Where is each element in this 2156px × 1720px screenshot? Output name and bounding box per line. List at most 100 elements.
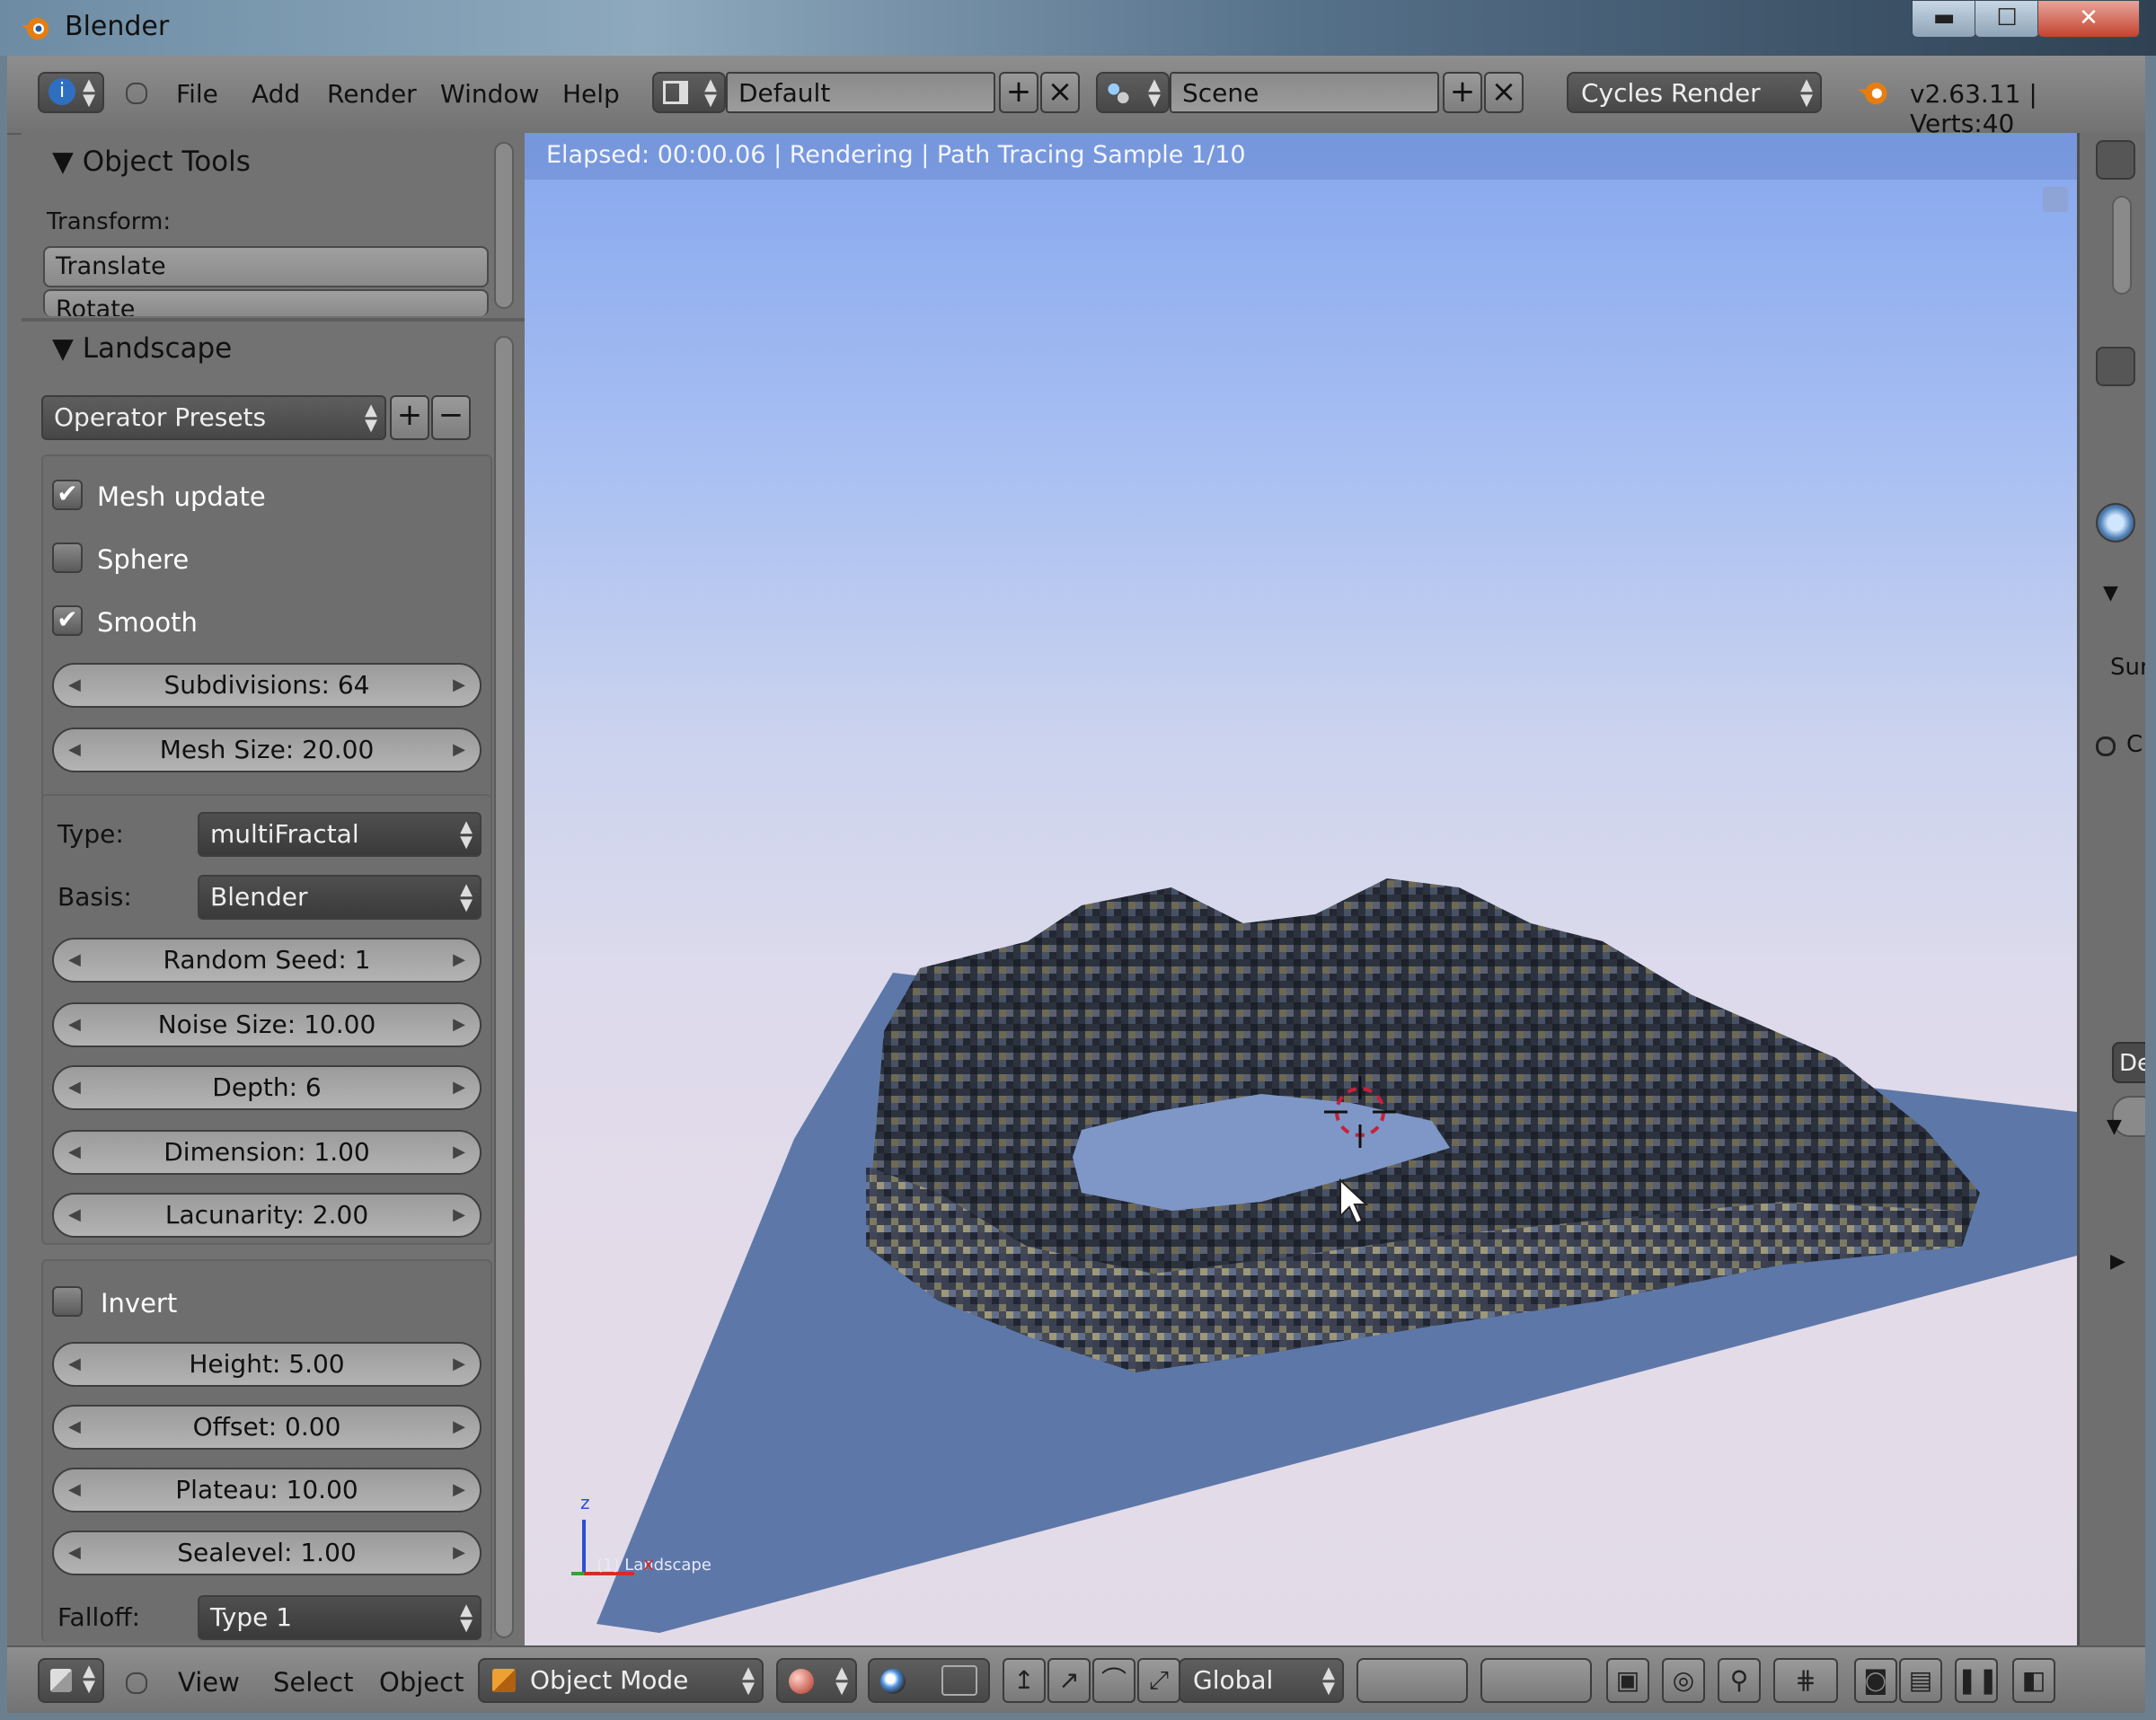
depth-field[interactable]: ◀ Depth: 6 ▶ (52, 1065, 482, 1110)
mesh-size-field[interactable]: ◀ Mesh Size: 20.00 ▶ (52, 728, 482, 772)
invert-checkbox[interactable] (52, 1286, 83, 1317)
viewport-split-widget[interactable] (2043, 187, 2068, 212)
decrement-arrow-icon[interactable]: ◀ (68, 939, 81, 981)
decrement-arrow-icon[interactable]: ◀ (68, 1469, 81, 1511)
render-engine-dropdown[interactable]: Cycles Render ▲ ▼ (1567, 72, 1822, 113)
translate-manipulator-icon[interactable]: ↥ (1003, 1658, 1046, 1703)
outliner-scrollbar[interactable] (2112, 196, 2132, 295)
sphere-checkbox[interactable] (52, 542, 83, 573)
noise-size-field[interactable]: ◀ Noise Size: 10.00 ▶ (52, 1002, 482, 1047)
increment-arrow-icon[interactable]: ▶ (453, 1469, 465, 1511)
menu-object[interactable]: Object (379, 1667, 464, 1698)
operator-presets-dropdown[interactable]: Operator Presets ▲ ▼ (41, 395, 386, 440)
lacunarity-field[interactable]: ◀ Lacunarity: 2.00 ▶ (52, 1193, 482, 1238)
proportional-edit-icon[interactable]: ◎ (1662, 1658, 1705, 1703)
menu-render[interactable]: Render (327, 79, 417, 109)
decrement-arrow-icon[interactable]: ◀ (68, 1407, 81, 1448)
remove-scene-button[interactable]: × (1484, 72, 1524, 113)
menu-view[interactable]: View (178, 1667, 240, 1698)
properties-editor-icon[interactable] (2096, 347, 2135, 386)
decrement-arrow-icon[interactable]: ◀ (68, 1067, 81, 1108)
decrement-arrow-icon[interactable]: ◀ (68, 665, 81, 706)
rotate-arc-icon[interactable]: ⌒ (1092, 1658, 1135, 1703)
add-preset-button[interactable]: + (390, 395, 429, 440)
type-dropdown[interactable]: multiFractal ▲ ▼ (198, 812, 482, 857)
increment-arrow-icon[interactable]: ▶ (453, 1407, 465, 1448)
increment-arrow-icon[interactable]: ▶ (453, 939, 465, 981)
smooth-checkbox[interactable]: ✔ (52, 605, 83, 636)
scene-select-button[interactable]: ▲ ▼ (1096, 72, 1170, 113)
render-still-icon[interactable]: ◙ (1854, 1658, 1897, 1703)
increment-arrow-icon[interactable]: ▶ (453, 729, 465, 771)
collapsed-triangle-icon[interactable]: ▶ (2110, 1250, 2125, 1273)
menu-add[interactable]: Add (252, 79, 300, 109)
viewport-shading-dropdown[interactable]: ▲ ▼ (776, 1658, 857, 1703)
decrement-arrow-icon[interactable]: ◀ (68, 1132, 81, 1173)
layers-row-2[interactable] (1480, 1658, 1592, 1703)
decrement-arrow-icon[interactable]: ◀ (68, 1344, 81, 1385)
lock-layers-icon[interactable]: ▣ (1606, 1658, 1649, 1703)
decrement-arrow-icon[interactable]: ◀ (68, 1004, 81, 1045)
mesh-update-checkbox[interactable]: ✔ (52, 480, 83, 510)
decrement-arrow-icon[interactable]: ◀ (68, 729, 81, 771)
rotate-manipulator-icon[interactable]: ↗ (1047, 1658, 1091, 1703)
basis-dropdown[interactable]: Blender ▲ ▼ (198, 875, 482, 920)
scale-manipulator-icon[interactable]: ⤢ (1137, 1658, 1180, 1703)
increment-arrow-icon[interactable]: ▶ (453, 1132, 465, 1173)
decrement-arrow-icon[interactable]: ◀ (68, 1195, 81, 1236)
translate-button[interactable]: Translate (43, 246, 489, 287)
minimize-button[interactable]: ▬ (1912, 0, 1976, 38)
remove-layout-button[interactable]: × (1040, 72, 1080, 113)
decrement-arrow-icon[interactable]: ◀ (68, 1532, 81, 1574)
landscape-panel-header[interactable]: ▼ Landscape (52, 332, 232, 365)
layers-row-1[interactable] (1356, 1658, 1468, 1703)
pivot-point-dropdown[interactable] (868, 1658, 990, 1703)
manipulator-toggle-icon[interactable] (941, 1665, 977, 1696)
collapse-menu-icon[interactable] (126, 83, 147, 104)
layout-select-button[interactable]: ▲ ▼ (652, 72, 726, 113)
object-tools-scrollbar[interactable] (494, 142, 514, 309)
snap-element-dropdown[interactable]: ⋕ (1773, 1658, 1838, 1703)
scene-name-field[interactable]: Scene (1170, 72, 1439, 113)
transform-orientation-dropdown[interactable]: Global ▲ ▼ (1179, 1658, 1344, 1703)
sealevel-field[interactable]: ◀ Sealevel: 1.00 ▶ (52, 1530, 482, 1575)
offset-field[interactable]: ◀ Offset: 0.00 ▶ (52, 1405, 482, 1450)
de-button[interactable]: De (2112, 1042, 2145, 1083)
rotate-button[interactable]: Rotate (43, 289, 489, 316)
editor-type-button[interactable]: ▲ ▼ (38, 1658, 104, 1703)
close-button[interactable]: ✕ (2037, 0, 2140, 38)
menu-file[interactable]: File (176, 79, 218, 109)
expand-triangle-icon[interactable]: ▼ (2103, 582, 2118, 604)
increment-arrow-icon[interactable]: ▶ (453, 665, 465, 706)
object-tools-panel-header[interactable]: ▼ Object Tools (52, 146, 251, 178)
increment-arrow-icon[interactable]: ▶ (453, 1195, 465, 1236)
editor-type-button[interactable]: i ▲ ▼ (38, 72, 104, 113)
landscape-scrollbar[interactable] (494, 336, 514, 1638)
menu-select[interactable]: Select (273, 1667, 353, 1698)
collapse-menu-icon[interactable] (126, 1672, 147, 1694)
layout-name-field[interactable]: Default (726, 72, 995, 113)
world-icon[interactable] (2096, 503, 2135, 542)
falloff-dropdown[interactable]: Type 1 ▲ ▼ (198, 1595, 482, 1640)
outliner-icon[interactable] (2096, 140, 2135, 180)
dimension-field[interactable]: ◀ Dimension: 1.00 ▶ (52, 1130, 482, 1175)
menu-help[interactable]: Help (562, 79, 620, 109)
random-seed-field[interactable]: ◀ Random Seed: 1 ▶ (52, 938, 482, 983)
expand-triangle-icon[interactable]: ▼ (2107, 1116, 2122, 1138)
remove-preset-button[interactable]: − (431, 395, 471, 440)
menu-window[interactable]: Window (440, 79, 539, 109)
add-layout-button[interactable]: + (999, 72, 1038, 113)
3d-viewport[interactable]: (1) Landscape z x Elapsed: 00:00.06 | Re… (525, 133, 2077, 1645)
increment-arrow-icon[interactable]: ▶ (453, 1067, 465, 1108)
subdivisions-field[interactable]: ◀ Subdivisions: 64 ▶ (52, 663, 482, 708)
increment-arrow-icon[interactable]: ▶ (453, 1004, 465, 1045)
increment-arrow-icon[interactable]: ▶ (453, 1344, 465, 1385)
height-field[interactable]: ◀ Height: 5.00 ▶ (52, 1342, 482, 1387)
snap-toggle-icon[interactable]: ⚲ (1718, 1658, 1761, 1703)
maximize-button[interactable]: ☐ (1975, 0, 2039, 38)
add-scene-button[interactable]: + (1443, 72, 1482, 113)
game-engine-icon[interactable]: ◧ (2012, 1658, 2055, 1703)
plateau-field[interactable]: ◀ Plateau: 10.00 ▶ (52, 1468, 482, 1513)
mode-dropdown[interactable]: Object Mode ▲ ▼ (478, 1658, 764, 1703)
increment-arrow-icon[interactable]: ▶ (453, 1532, 465, 1574)
